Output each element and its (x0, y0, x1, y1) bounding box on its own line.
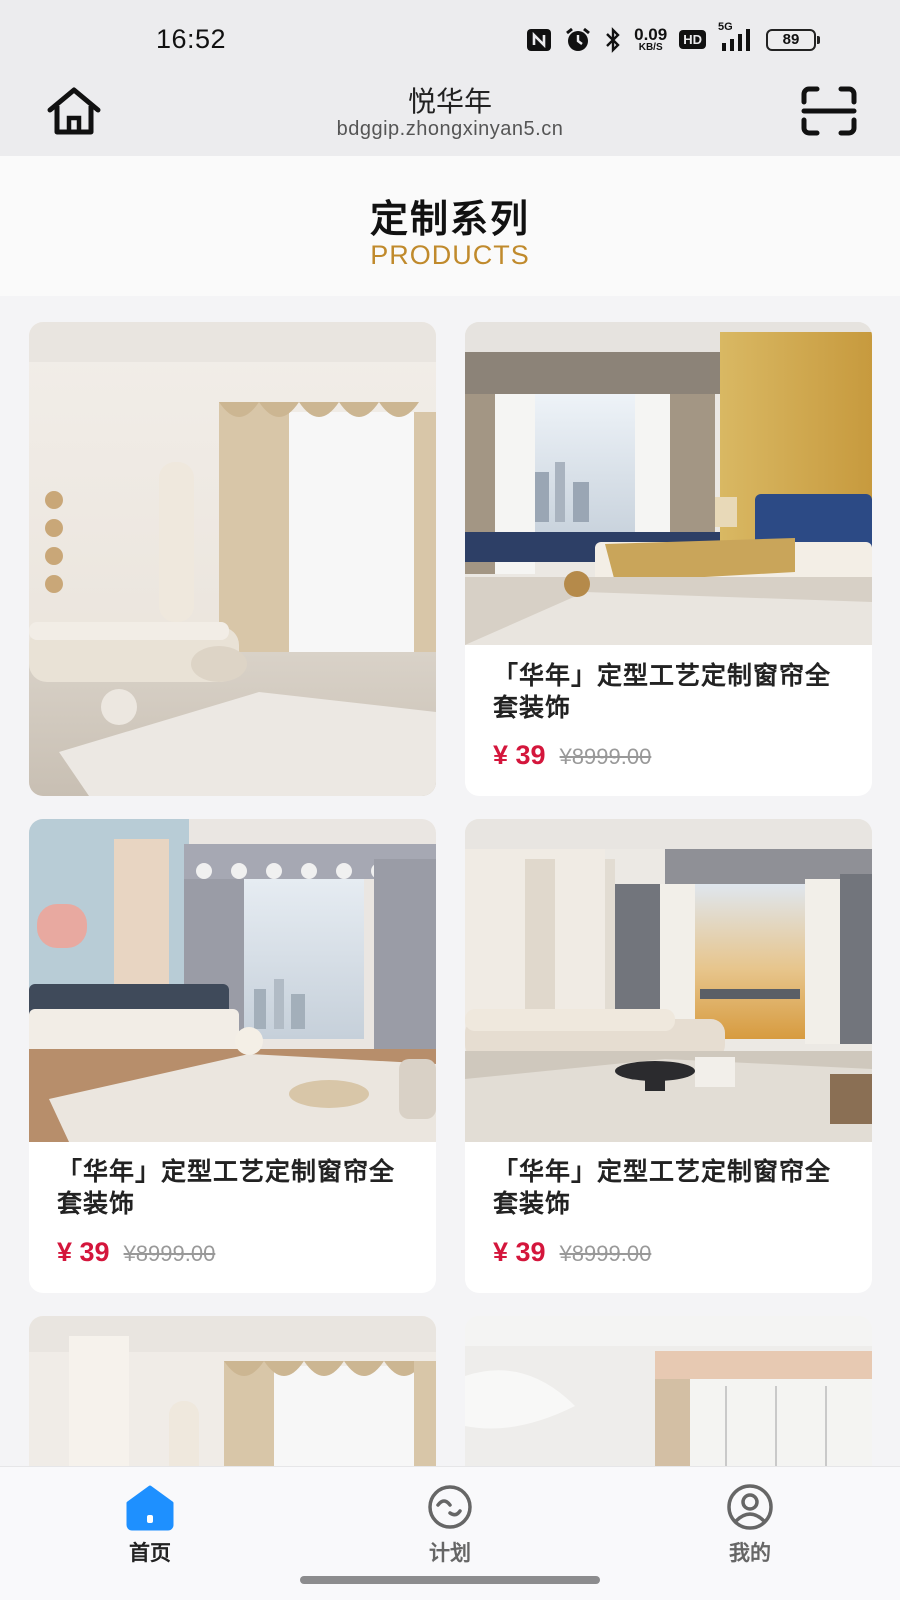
battery-indicator: 89 (766, 28, 820, 51)
product-price: ¥ 39 ¥8999.00 (493, 1237, 651, 1268)
tab-label: 我的 (729, 1541, 771, 1565)
status-icons: 0.09 KB/S HD 5G 89 (526, 21, 820, 53)
product-card[interactable] (29, 322, 436, 796)
product-title: 「华年」定型工艺定制窗帘全套装饰 (493, 661, 832, 722)
nfc-icon (526, 28, 552, 52)
network-type: 5G (718, 20, 733, 33)
home-indicator[interactable] (300, 1576, 600, 1584)
tab-plan[interactable]: 计划 (380, 1467, 520, 1577)
product-card[interactable]: 「华年」定型工艺定制窗帘全套装饰 ¥ 39 ¥8999.00 (29, 819, 436, 1293)
signal-icon: 5G (718, 21, 754, 53)
battery-level: 89 (782, 31, 800, 48)
net-speed: 0.09 KB/S (634, 26, 667, 53)
tab-label: 首页 (129, 1541, 171, 1565)
status-time: 16:52 (156, 24, 227, 54)
profile-icon (727, 1484, 773, 1530)
product-title: 「华年」定型工艺定制窗帘全套装饰 (57, 1157, 396, 1218)
plan-icon (428, 1485, 472, 1529)
price-current: ¥ 39 (493, 740, 546, 770)
product-title: 「华年」定型工艺定制窗帘全套装饰 (493, 1157, 832, 1218)
app-header: 悦华年 bdggip.zhongxinyan5.cn (0, 80, 900, 156)
status-bar: 16:52 0.09 KB/S HD 5G 89 (0, 0, 900, 80)
tab-home[interactable]: 首页 (80, 1467, 220, 1577)
product-image (29, 819, 436, 1142)
tab-label: 计划 (429, 1541, 471, 1565)
price-original: ¥8999.00 (559, 744, 652, 769)
home-filled-icon (126, 1485, 174, 1531)
product-price: ¥ 39 ¥8999.00 (57, 1237, 215, 1268)
product-image (29, 322, 436, 796)
hd-badge: HD (679, 30, 706, 49)
alarm-icon (564, 27, 592, 53)
product-card[interactable] (465, 1316, 872, 1486)
product-image (29, 1316, 436, 1486)
page-title: 悦华年 (407, 85, 492, 118)
price-original: ¥8999.00 (123, 1241, 216, 1266)
product-image (465, 1316, 872, 1486)
page-url: bdggip.zhongxinyan5.cn (336, 118, 564, 140)
scan-icon (801, 86, 857, 136)
tab-profile[interactable]: 我的 (680, 1467, 820, 1577)
product-card[interactable]: 「华年」定型工艺定制窗帘全套装饰 ¥ 39 ¥8999.00 (465, 322, 872, 796)
product-image (465, 322, 872, 645)
price-current: ¥ 39 (493, 1237, 546, 1267)
price-current: ¥ 39 (57, 1237, 110, 1267)
product-image (465, 819, 872, 1142)
section-subtitle: PRODUCTS (370, 240, 530, 270)
scan-button[interactable] (800, 86, 858, 136)
product-card[interactable]: 「华年」定型工艺定制窗帘全套装饰 ¥ 39 ¥8999.00 (465, 819, 872, 1293)
net-speed-value: 0.09 (634, 25, 668, 44)
price-original: ¥8999.00 (559, 1241, 652, 1266)
product-price: ¥ 39 ¥8999.00 (493, 740, 651, 771)
net-speed-unit: KB/S (638, 42, 663, 53)
bluetooth-icon (604, 26, 622, 53)
section-title: 定制系列 (369, 197, 530, 241)
product-card[interactable] (29, 1316, 436, 1486)
section-heading: 定制系列 PRODUCTS (0, 156, 900, 296)
